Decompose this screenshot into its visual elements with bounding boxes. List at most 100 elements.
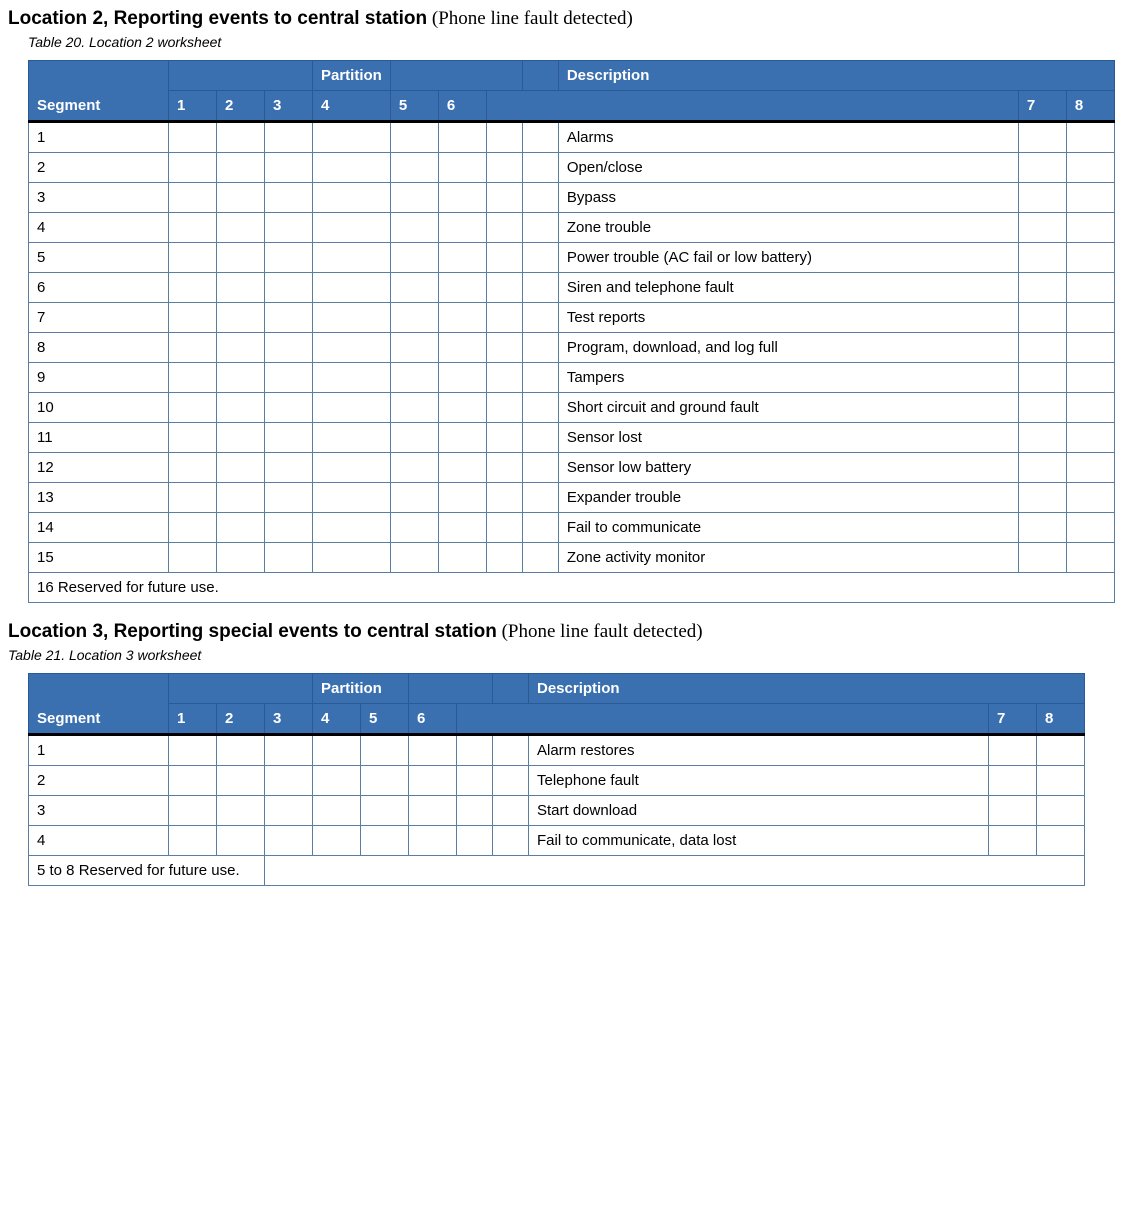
cell-partition[interactable] [169, 543, 217, 573]
cell-partition[interactable] [169, 243, 217, 273]
cell-partition[interactable] [438, 483, 486, 513]
cell-partition[interactable] [313, 826, 361, 856]
cell-partition[interactable] [265, 735, 313, 766]
cell-partition[interactable] [390, 273, 438, 303]
cell-partition[interactable] [390, 333, 438, 363]
cell-partition[interactable] [313, 766, 361, 796]
cell-partition[interactable] [486, 483, 522, 513]
cell-partition[interactable] [217, 213, 265, 243]
cell-partition[interactable] [169, 122, 217, 153]
cell-partition[interactable] [1018, 122, 1066, 153]
cell-partition[interactable] [265, 153, 313, 183]
cell-partition[interactable] [169, 273, 217, 303]
cell-partition[interactable] [313, 513, 391, 543]
cell-partition[interactable] [217, 303, 265, 333]
cell-partition[interactable] [486, 363, 522, 393]
cell-partition[interactable] [457, 766, 493, 796]
cell-partition[interactable] [438, 423, 486, 453]
cell-partition[interactable] [1066, 122, 1114, 153]
cell-partition[interactable] [457, 796, 493, 826]
cell-partition[interactable] [438, 543, 486, 573]
cell-partition[interactable] [169, 483, 217, 513]
cell-partition[interactable] [390, 153, 438, 183]
cell-partition[interactable] [169, 453, 217, 483]
cell-partition[interactable] [265, 513, 313, 543]
cell-partition[interactable] [438, 213, 486, 243]
cell-partition[interactable] [169, 213, 217, 243]
cell-partition[interactable] [313, 393, 391, 423]
cell-partition[interactable] [522, 213, 558, 243]
cell-partition[interactable] [313, 183, 391, 213]
cell-partition[interactable] [989, 735, 1037, 766]
cell-partition[interactable] [361, 826, 409, 856]
cell-partition[interactable] [265, 213, 313, 243]
cell-partition[interactable] [1066, 453, 1114, 483]
cell-partition[interactable] [217, 393, 265, 423]
cell-partition[interactable] [390, 213, 438, 243]
cell-partition[interactable] [1018, 213, 1066, 243]
cell-partition[interactable] [522, 303, 558, 333]
cell-partition[interactable] [217, 273, 265, 303]
cell-partition[interactable] [169, 796, 217, 826]
cell-partition[interactable] [522, 183, 558, 213]
cell-partition[interactable] [1066, 273, 1114, 303]
cell-partition[interactable] [486, 122, 522, 153]
cell-partition[interactable] [217, 796, 265, 826]
cell-partition[interactable] [438, 393, 486, 423]
cell-partition[interactable] [522, 333, 558, 363]
cell-partition[interactable] [217, 363, 265, 393]
cell-partition[interactable] [169, 153, 217, 183]
cell-partition[interactable] [1066, 243, 1114, 273]
cell-partition[interactable] [217, 735, 265, 766]
cell-partition[interactable] [169, 303, 217, 333]
cell-partition[interactable] [409, 766, 457, 796]
cell-partition[interactable] [169, 735, 217, 766]
cell-partition[interactable] [493, 766, 529, 796]
cell-partition[interactable] [486, 303, 522, 333]
cell-partition[interactable] [989, 796, 1037, 826]
cell-partition[interactable] [1066, 333, 1114, 363]
cell-partition[interactable] [390, 393, 438, 423]
cell-partition[interactable] [217, 423, 265, 453]
cell-partition[interactable] [486, 333, 522, 363]
cell-partition[interactable] [265, 483, 313, 513]
cell-partition[interactable] [265, 393, 313, 423]
cell-partition[interactable] [265, 423, 313, 453]
cell-partition[interactable] [265, 766, 313, 796]
cell-partition[interactable] [1018, 423, 1066, 453]
cell-partition[interactable] [217, 766, 265, 796]
cell-partition[interactable] [409, 735, 457, 766]
cell-partition[interactable] [265, 826, 313, 856]
cell-partition[interactable] [1066, 423, 1114, 453]
cell-partition[interactable] [169, 423, 217, 453]
cell-partition[interactable] [522, 243, 558, 273]
cell-partition[interactable] [438, 303, 486, 333]
cell-partition[interactable] [390, 122, 438, 153]
cell-partition[interactable] [217, 153, 265, 183]
cell-partition[interactable] [390, 363, 438, 393]
cell-partition[interactable] [265, 303, 313, 333]
cell-partition[interactable] [361, 735, 409, 766]
cell-partition[interactable] [169, 513, 217, 543]
cell-partition[interactable] [313, 303, 391, 333]
cell-partition[interactable] [486, 513, 522, 543]
cell-partition[interactable] [265, 453, 313, 483]
cell-partition[interactable] [313, 483, 391, 513]
cell-partition[interactable] [522, 453, 558, 483]
cell-partition[interactable] [265, 122, 313, 153]
cell-partition[interactable] [313, 423, 391, 453]
cell-partition[interactable] [313, 273, 391, 303]
cell-partition[interactable] [486, 393, 522, 423]
cell-partition[interactable] [313, 243, 391, 273]
cell-partition[interactable] [522, 273, 558, 303]
cell-partition[interactable] [522, 363, 558, 393]
cell-partition[interactable] [486, 273, 522, 303]
cell-partition[interactable] [1018, 543, 1066, 573]
cell-partition[interactable] [522, 513, 558, 543]
cell-partition[interactable] [390, 423, 438, 453]
cell-partition[interactable] [486, 453, 522, 483]
cell-partition[interactable] [486, 183, 522, 213]
cell-partition[interactable] [265, 243, 313, 273]
cell-partition[interactable] [313, 796, 361, 826]
cell-partition[interactable] [1018, 243, 1066, 273]
